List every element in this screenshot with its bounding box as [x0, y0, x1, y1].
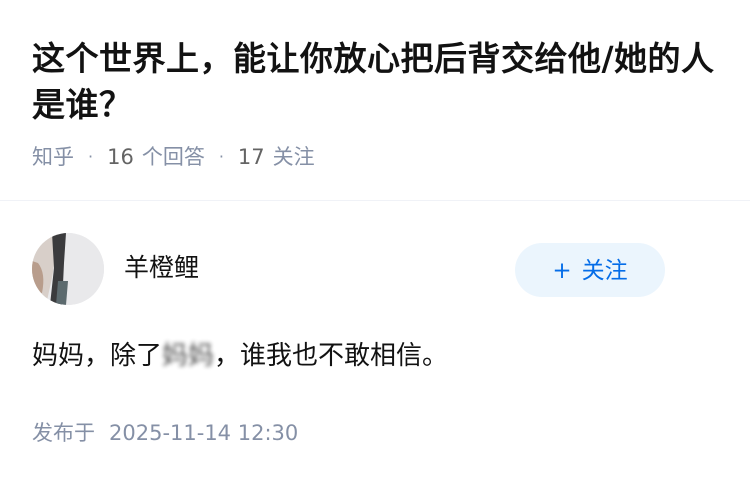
avatar-image: [32, 233, 104, 305]
published-label: 发布于: [32, 421, 95, 445]
answer-content[interactable]: 妈妈，除了妈妈，谁我也不敢相信。: [32, 337, 448, 375]
question-title[interactable]: 这个世界上，能让你放心把后背交给他/她的人是谁？: [32, 36, 718, 128]
question-meta: 知乎 · 16 个回答 · 17 关注: [32, 142, 718, 172]
author-row: 羊橙鲤 + 关注: [32, 201, 718, 311]
meta-separator: ·: [88, 147, 94, 166]
answer-text-blurred: 妈妈: [162, 341, 215, 371]
answer-page: 这个世界上，能让你放心把后背交给他/她的人是谁？ 知乎 · 16 个回答 · 1…: [0, 0, 750, 484]
answer-text-after: ，谁我也不敢相信。: [214, 341, 449, 371]
follow-button-label: 关注: [581, 258, 628, 284]
author-name[interactable]: 羊橙鲤: [124, 251, 199, 285]
answer-card: 羊橙鲤 + 关注: [0, 201, 750, 311]
followers-count: 17: [237, 145, 265, 169]
follow-button[interactable]: + 关注: [515, 243, 665, 297]
avatar[interactable]: [32, 233, 104, 305]
plus-icon: +: [552, 258, 572, 284]
meta-separator: ·: [218, 147, 224, 166]
answers-count: 16: [107, 145, 134, 169]
answer-timestamp: 发布于 2025-11-14 12:30: [32, 418, 298, 448]
source-label[interactable]: 知乎: [32, 142, 74, 172]
answer-text-before: 妈妈，除了: [32, 341, 163, 371]
followers-label[interactable]: 关注: [273, 142, 315, 172]
published-time: 2025-11-14 12:30: [109, 421, 299, 445]
question-header: 这个世界上，能让你放心把后背交给他/她的人是谁？ 知乎 · 16 个回答 · 1…: [0, 0, 750, 172]
answers-label[interactable]: 个回答: [142, 142, 205, 172]
